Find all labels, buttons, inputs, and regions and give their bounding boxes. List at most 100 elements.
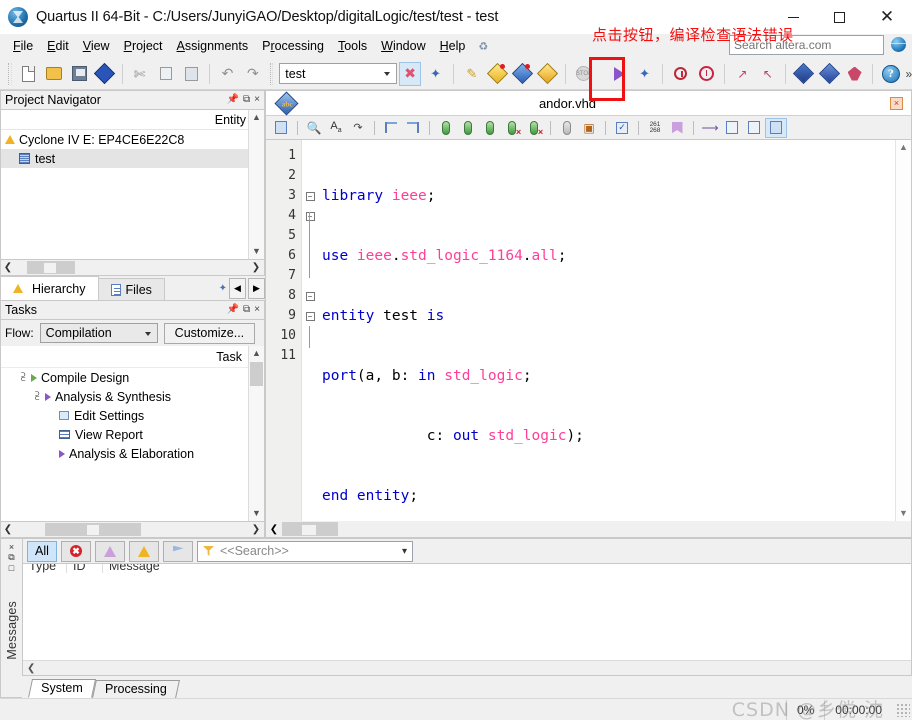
comment-icon[interactable] — [435, 118, 457, 138]
task-row-edit-settings[interactable]: Edit Settings — [1, 406, 264, 425]
menu-window[interactable]: Window — [374, 37, 432, 55]
tab-processing[interactable]: Processing — [91, 680, 180, 698]
find-icon[interactable]: 🔍 — [303, 118, 325, 138]
pin-planner-icon[interactable]: ✦ — [425, 62, 446, 86]
device-tree-row[interactable]: Cyclone IV E: EP4CE6E22C8 — [1, 130, 264, 149]
help-icon[interactable]: ? — [880, 62, 901, 86]
task-row-analysis-synthesis[interactable]: ⫔ Analysis & Synthesis — [1, 387, 264, 406]
restore-icon[interactable]: ⧉ — [243, 304, 250, 315]
expand-caret-icon[interactable]: ⫔ — [21, 372, 31, 383]
vscroll-thumb[interactable] — [250, 362, 263, 386]
scroll-left-icon[interactable]: ❮ — [1, 524, 15, 535]
toolbar-grip-2[interactable] — [269, 62, 274, 85]
scroll-right-icon[interactable]: ❯ — [249, 262, 263, 273]
undo-icon[interactable]: ↶ — [217, 62, 238, 86]
globe-icon[interactable] — [891, 37, 906, 52]
collapse-icon[interactable] — [721, 118, 743, 138]
netlist-viewer-icon[interactable]: ↗ — [732, 62, 753, 86]
scroll-down-icon[interactable]: ▼ — [896, 506, 911, 521]
entity-tree-row[interactable]: test — [1, 149, 264, 168]
expand-caret-icon[interactable]: ⫔ — [35, 391, 45, 402]
menu-tools[interactable]: Tools — [331, 37, 374, 55]
bookmark-clear-icon[interactable]: × — [501, 118, 523, 138]
tab-hierarchy[interactable]: Hierarchy — [0, 276, 99, 300]
fold-toggle-icon[interactable]: − — [305, 291, 315, 301]
tasks-hscrollbar[interactable]: ❮ ❯ — [0, 522, 265, 538]
scroll-up-icon[interactable]: ▲ — [249, 110, 264, 125]
rtl-viewer-icon[interactable] — [537, 62, 559, 86]
run-arrow-icon[interactable] — [59, 449, 65, 458]
pin-icon[interactable]: 📌 — [227, 94, 239, 105]
scroll-down-icon[interactable]: ▼ — [249, 244, 264, 259]
scroll-down-icon[interactable]: ▼ — [249, 506, 264, 521]
code-editor[interactable]: 1 2 3 4 5 6 7 8 9 10 11 − − − library ie… — [265, 140, 912, 521]
messages-search[interactable]: <<Search>> ▾ — [197, 540, 413, 562]
paste-icon[interactable] — [181, 62, 202, 86]
code-text[interactable]: library ieee; use ieee.std_logic_1164.al… — [318, 140, 911, 521]
code-vscrollbar[interactable]: ▲ ▼ — [895, 140, 911, 521]
timing-analyzer-icon[interactable] — [670, 62, 691, 86]
scroll-left-icon[interactable]: ❮ — [266, 524, 282, 535]
customize-button[interactable]: Customize... — [163, 322, 256, 344]
line-numbers-icon[interactable]: 261 268 — [644, 118, 666, 138]
decrease-indent-icon[interactable] — [402, 118, 424, 138]
task-row-analysis-elaboration[interactable]: Analysis & Elaboration — [1, 444, 264, 463]
filter-critical-warning-button[interactable] — [95, 540, 125, 562]
scroll-up-icon[interactable]: ▲ — [896, 140, 911, 155]
tcl-console-icon[interactable] — [844, 62, 865, 86]
chevron-down-icon[interactable]: ▾ — [402, 546, 407, 557]
hscroll-thumb[interactable] — [282, 522, 338, 536]
scroll-up-icon[interactable]: ▲ — [249, 346, 264, 361]
cut-icon[interactable]: ✄ — [130, 62, 151, 86]
tab-system[interactable]: System — [27, 679, 96, 698]
bookmark-toggle-icon[interactable] — [479, 118, 501, 138]
settings-icon[interactable]: ✖ — [399, 61, 421, 86]
scroll-left-icon[interactable]: ❮ — [1, 262, 15, 273]
messages-side-tab[interactable]: × ⧉ □ Messages — [0, 538, 22, 698]
maximize-button[interactable] — [816, 0, 862, 34]
tab-files[interactable]: Files — [97, 278, 165, 300]
technology-map-icon[interactable]: ↖ — [757, 62, 778, 86]
menu-help[interactable]: Help — [433, 37, 473, 55]
project-navigator-vscrollbar[interactable]: ▲ ▼ — [248, 110, 264, 259]
filter-warning-button[interactable] — [129, 540, 159, 562]
code-fold-gutter[interactable]: − − − − — [302, 140, 318, 521]
menu-project[interactable]: Project — [117, 37, 170, 55]
insert-constraint-icon[interactable]: ▣ — [578, 118, 600, 138]
filter-error-button[interactable]: ✖ — [61, 540, 91, 562]
menu-edit[interactable]: Edit — [40, 37, 76, 55]
bookmark-icon[interactable] — [666, 118, 688, 138]
task-row-compile-design[interactable]: ⫔ Compile Design — [1, 368, 264, 387]
analysis-synthesis-icon[interactable]: ✦ — [634, 62, 655, 86]
scroll-right-icon[interactable]: ❯ — [249, 524, 263, 535]
toolbar-grip[interactable] — [8, 62, 12, 85]
close-button[interactable]: ✕ — [862, 0, 912, 34]
copy-icon[interactable] — [155, 62, 176, 86]
programmer-icon[interactable] — [511, 62, 534, 86]
close-panel-icon[interactable]: × — [254, 94, 260, 105]
uncomment-icon[interactable] — [457, 118, 479, 138]
filter-info-button[interactable] — [163, 540, 193, 562]
megawizard-icon[interactable] — [818, 62, 840, 86]
fold-toggle-icon[interactable]: − — [305, 191, 315, 201]
pin-icon[interactable]: 📌 — [227, 304, 239, 315]
save-all-icon[interactable] — [93, 62, 116, 86]
bookmark-clear-all-icon[interactable]: × — [523, 118, 545, 138]
menu-assignments[interactable]: Assignments — [170, 37, 256, 55]
insert-template-icon[interactable] — [270, 118, 292, 138]
restore-icon[interactable]: ⧉ — [8, 552, 14, 563]
tab-prev-button[interactable]: ◀ — [229, 277, 246, 299]
scroll-left-icon[interactable]: ❮ — [27, 663, 35, 674]
tasks-vscrollbar[interactable]: ▲ ▼ — [248, 346, 264, 521]
timing-closure-icon[interactable] — [696, 62, 717, 86]
download-icon[interactable] — [793, 62, 815, 86]
replace-icon[interactable]: Aa — [325, 118, 347, 138]
increase-indent-icon[interactable] — [380, 118, 402, 138]
run-arrow-icon[interactable] — [31, 373, 37, 382]
close-panel-icon[interactable]: × — [9, 542, 14, 552]
filter-all-button[interactable]: All — [27, 540, 57, 562]
insert-file-icon[interactable] — [556, 118, 578, 138]
toolbar-overflow-button[interactable]: » — [905, 67, 912, 81]
open-folder-icon[interactable] — [43, 62, 64, 86]
expand-icon[interactable] — [743, 118, 765, 138]
